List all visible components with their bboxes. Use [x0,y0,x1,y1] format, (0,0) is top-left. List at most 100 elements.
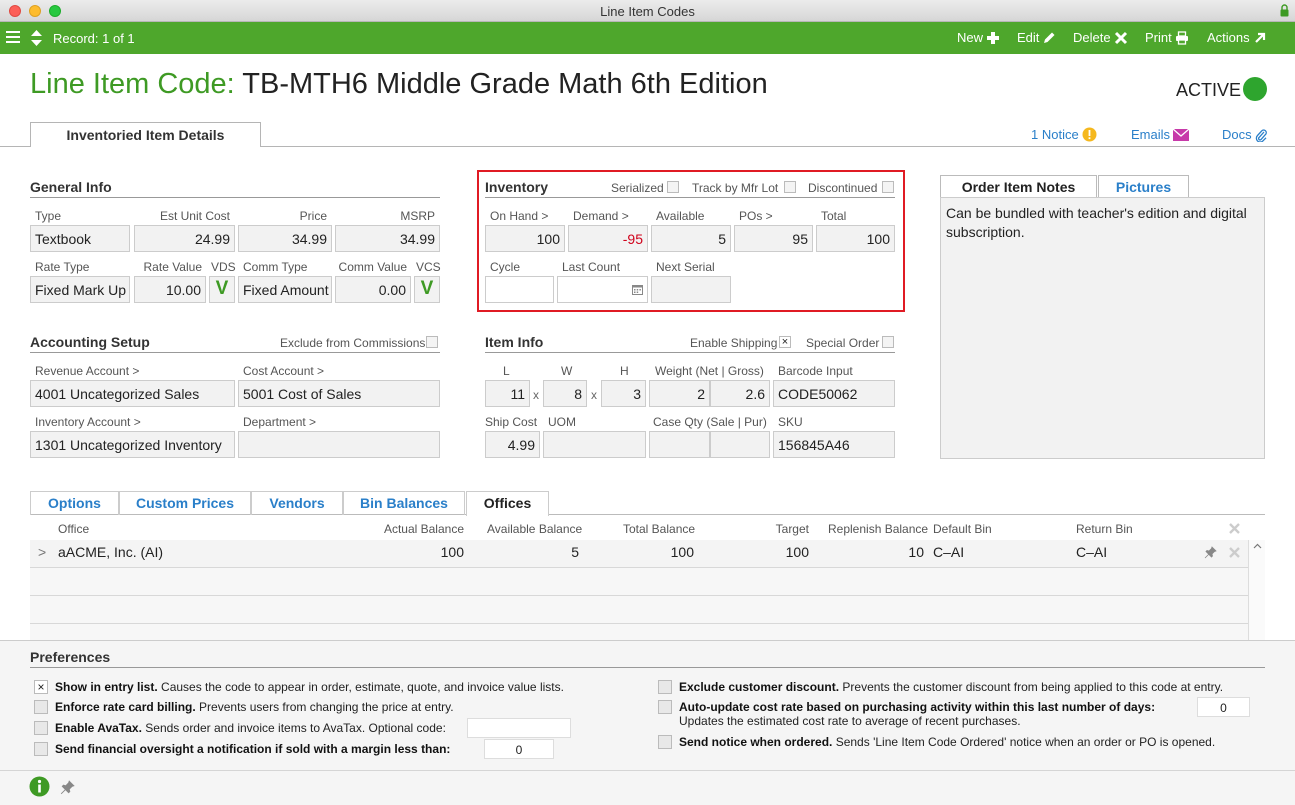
serialized-checkbox[interactable] [667,181,679,193]
inventory-account-field[interactable]: 1301 Uncategorized Inventory [30,431,235,458]
on-hand-link[interactable]: On Hand > [490,209,548,223]
tab-inventoried-item-details[interactable]: Inventoried Item Details [30,122,261,147]
emails-link[interactable]: Emails [1131,127,1190,142]
preferences-heading: Preferences [30,649,1265,668]
price-field[interactable]: 34.99 [238,225,332,252]
revenue-account-field[interactable]: 4001 Uncategorized Sales [30,380,235,407]
revenue-account-link[interactable]: Revenue Account > [35,364,139,378]
available-field: 5 [651,225,731,252]
pref-enable-avatax[interactable]: Enable AvaTax. Sends order and invoice i… [34,721,446,735]
special-order-checkbox[interactable] [882,336,894,348]
calendar-icon[interactable] [632,284,643,295]
exclude-commissions-checkbox[interactable] [426,336,438,348]
margin-threshold-input[interactable]: 0 [484,739,554,759]
column-header-return-bin[interactable]: Return Bin [1076,522,1133,536]
column-header-default-bin[interactable]: Default Bin [933,522,992,536]
last-count-field[interactable] [557,276,648,303]
vds-check-icon[interactable]: V [209,276,235,303]
department-field[interactable] [238,431,440,458]
case-qty-pur-field[interactable] [710,431,770,458]
record-navigation-icon[interactable] [30,28,43,48]
financial-oversight-checkbox[interactable] [34,742,48,756]
clear-all-icon[interactable] [1229,523,1240,534]
pref-auto-update-cost[interactable]: Auto-update cost rate based on purchasin… [658,700,1155,728]
envelope-icon [1173,128,1190,141]
edit-button[interactable]: Edit [1017,30,1056,45]
est-unit-cost-field[interactable]: 24.99 [134,225,235,252]
show-in-entry-list-checkbox[interactable]: × [34,680,48,694]
pref-show-in-entry-list[interactable]: × Show in entry list. Causes the code to… [34,680,564,694]
uom-label: UOM [548,415,576,429]
table-scrollbar[interactable] [1248,540,1265,640]
cost-account-field[interactable]: 5001 Cost of Sales [238,380,440,407]
case-qty-sale-field[interactable] [649,431,710,458]
track-mfr-lot-checkbox[interactable] [784,181,796,193]
column-header-target[interactable]: Target [740,522,809,536]
column-header-office[interactable]: Office [58,522,89,536]
pos-link[interactable]: POs > [739,209,773,223]
avatax-code-input[interactable] [467,718,571,738]
tab-bin-balances[interactable]: Bin Balances [343,491,465,515]
inventory-account-link[interactable]: Inventory Account > [35,415,141,429]
column-header-available-balance[interactable]: Available Balance [487,522,582,536]
tab-custom-prices[interactable]: Custom Prices [119,491,251,515]
column-header-actual-balance[interactable]: Actual Balance [330,522,464,536]
docs-link[interactable]: Docs [1222,127,1267,142]
barcode-field[interactable]: CODE50062 [773,380,895,407]
weight-gross-field[interactable]: 2.6 [710,380,770,407]
enable-avatax-checkbox[interactable] [34,721,48,735]
demand-link[interactable]: Demand > [573,209,629,223]
actions-button[interactable]: Actions [1207,30,1267,45]
column-header-replenish-balance[interactable]: Replenish Balance [828,522,928,536]
delete-button[interactable]: Delete [1073,30,1128,45]
rate-value-field[interactable]: 10.00 [134,276,206,303]
exclude-customer-discount-checkbox[interactable] [658,680,672,694]
rate-type-field[interactable]: Fixed Mark Up [30,276,130,303]
menu-icon[interactable] [6,31,20,44]
ship-cost-field[interactable]: 4.99 [485,431,540,458]
comm-value-field[interactable]: 0.00 [335,276,411,303]
enable-shipping-checkbox[interactable]: × [779,336,791,348]
row-expand-icon[interactable]: > [38,544,46,560]
auto-update-cost-checkbox[interactable] [658,700,672,714]
send-notice-ordered-checkbox[interactable] [658,735,672,749]
next-serial-field[interactable] [651,276,731,303]
special-order-label: Special Order [806,336,880,350]
tab-order-item-notes[interactable]: Order Item Notes [940,175,1097,198]
print-button[interactable]: Print [1145,30,1189,45]
pref-enforce-rate-card[interactable]: Enforce rate card billing. Prevents user… [34,700,454,714]
vcs-check-icon[interactable]: V [414,276,440,303]
weight-net-field[interactable]: 2 [649,380,710,407]
delete-row-icon[interactable] [1229,547,1240,558]
msrp-field[interactable]: 34.99 [335,225,440,252]
pos-field: 95 [734,225,813,252]
tab-options[interactable]: Options [30,491,119,515]
discontinued-checkbox[interactable] [882,181,894,193]
uom-field[interactable] [543,431,646,458]
department-link[interactable]: Department > [243,415,316,429]
enforce-rate-card-checkbox[interactable] [34,700,48,714]
height-field[interactable]: 3 [601,380,646,407]
comm-type-field[interactable]: Fixed Amount [238,276,332,303]
pref-exclude-customer-discount[interactable]: Exclude customer discount. Prevents the … [658,680,1223,694]
length-field[interactable]: 11 [485,380,530,407]
pin-icon[interactable] [1204,546,1217,559]
cost-account-link[interactable]: Cost Account > [243,364,324,378]
pref-financial-oversight[interactable]: Send financial oversight a notification … [34,742,450,756]
order-item-notes-field[interactable]: Can be bundled with teacher's edition an… [940,197,1265,459]
width-field[interactable]: 8 [543,380,587,407]
tab-pictures[interactable]: Pictures [1098,175,1189,198]
type-field[interactable]: Textbook [30,225,130,252]
sku-field[interactable]: 156845A46 [773,431,895,458]
notice-link[interactable]: 1 Notice [1031,127,1097,142]
column-header-total-balance[interactable]: Total Balance [623,522,695,536]
pin-icon[interactable] [60,780,75,795]
new-button[interactable]: New [957,30,1000,45]
info-icon[interactable] [29,776,50,797]
tab-offices[interactable]: Offices [466,491,549,516]
cycle-field[interactable] [485,276,554,303]
chevron-up-icon[interactable] [1253,543,1262,549]
auto-update-days-input[interactable]: 0 [1197,697,1250,717]
tab-vendors[interactable]: Vendors [251,491,343,515]
pref-send-notice-ordered[interactable]: Send notice when ordered. Sends 'Line It… [658,735,1215,749]
